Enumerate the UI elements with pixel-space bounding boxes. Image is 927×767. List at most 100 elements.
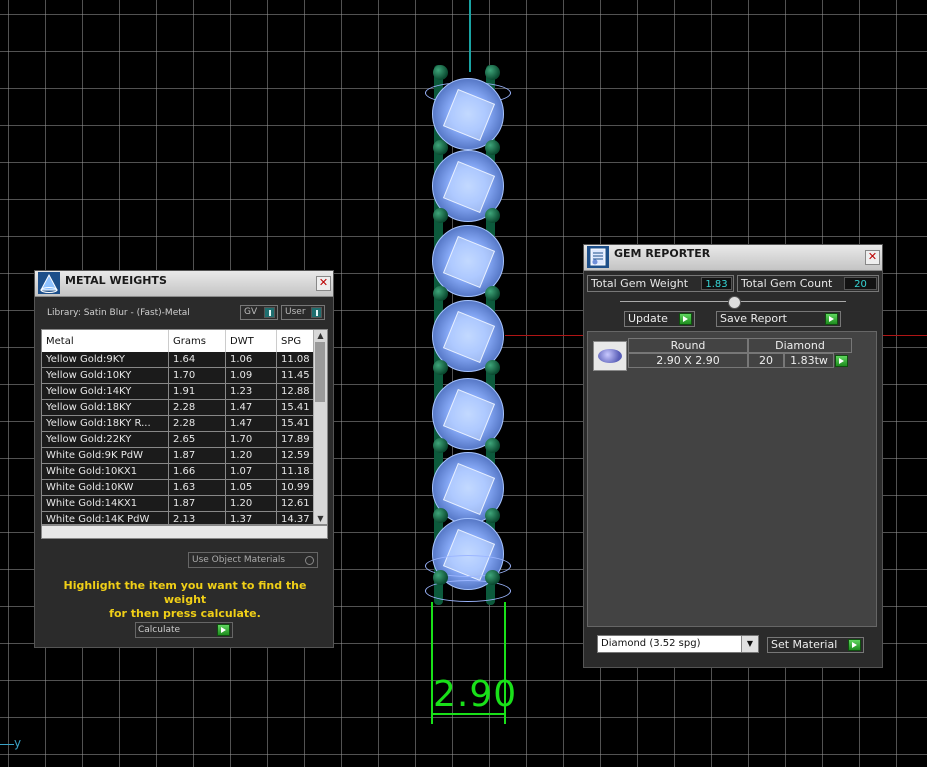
table-row[interactable]: White Gold:10KW 1.63 1.05 10.99 xyxy=(42,479,322,496)
save-report-button[interactable]: Save Report xyxy=(716,311,841,327)
gem-list[interactable] xyxy=(587,331,877,627)
update-button[interactable]: Update xyxy=(624,311,695,327)
play-arrow-icon[interactable] xyxy=(848,639,861,651)
prong-bead xyxy=(485,208,500,223)
prong-bead xyxy=(433,438,448,453)
prong-bead xyxy=(433,508,448,523)
material-select[interactable]: Diamond (3.52 spg) ▼ xyxy=(597,635,759,653)
column-header-dwt[interactable]: DWT xyxy=(225,330,277,352)
grams-cell: 2.28 xyxy=(168,415,226,432)
dwt-cell: 1.05 xyxy=(225,479,277,496)
play-arrow-icon[interactable] xyxy=(825,313,838,325)
prong-bead xyxy=(485,360,500,375)
prong-bead xyxy=(433,360,448,375)
grams-cell: 1.91 xyxy=(168,383,226,400)
metal-name-cell: Yellow Gold:14KY xyxy=(42,383,169,400)
table-row[interactable]: Yellow Gold:18KY R... 2.28 1.47 15.41 xyxy=(42,415,322,432)
cone-icon xyxy=(38,272,60,294)
scrollbar-thumb[interactable] xyxy=(315,342,325,402)
round-gem-icon xyxy=(593,341,627,371)
use-object-materials-label: Use Object Materials xyxy=(192,555,286,565)
dimension-value: 2.90 xyxy=(433,674,518,715)
axis-label: y xyxy=(14,736,22,750)
metal-weights-titlebar[interactable]: METAL WEIGHTS ✕ xyxy=(35,271,333,297)
column-header-grams[interactable]: Grams xyxy=(168,330,226,352)
total-gem-weight-label: Total Gem Weight xyxy=(591,277,689,290)
chevron-down-icon[interactable]: ▼ xyxy=(741,636,758,652)
metal-name-cell: White Gold:9K PdW xyxy=(42,447,169,464)
table-row[interactable]: White Gold:9K PdW 1.87 1.20 12.59 xyxy=(42,447,322,464)
metals-table[interactable]: Metal Grams DWT SPG Yellow Gold:9KY 1.64 1… xyxy=(41,329,328,525)
table-row[interactable]: Yellow Gold:22KY 2.65 1.70 17.89 xyxy=(42,431,322,448)
gem-material-cell: Diamond xyxy=(748,338,852,353)
grams-cell: 1.70 xyxy=(168,367,226,384)
play-arrow-icon[interactable] xyxy=(835,355,848,367)
eternity-band-model[interactable] xyxy=(425,60,513,620)
prong-bead xyxy=(485,508,500,523)
grams-cell: 2.65 xyxy=(168,431,226,448)
calculate-label: Calculate xyxy=(138,625,181,635)
gem-reporter-title: GEM REPORTER xyxy=(614,247,711,260)
close-icon[interactable]: ✕ xyxy=(316,276,331,291)
play-arrow-icon[interactable] xyxy=(679,313,692,325)
toggle-indicator-icon xyxy=(311,307,322,318)
table-horizontal-scrollbar[interactable] xyxy=(41,525,328,539)
metal-name-cell: Yellow Gold:10KY xyxy=(42,367,169,384)
table-row[interactable]: White Gold:14KX1 1.87 1.20 12.61 xyxy=(42,495,322,512)
metal-name-cell: Yellow Gold:9KY xyxy=(42,352,169,368)
gem-size-cell: 2.90 X 2.90 xyxy=(628,353,748,368)
grams-cell: 1.87 xyxy=(168,495,226,512)
dwt-cell: 1.06 xyxy=(225,352,277,368)
calculate-button[interactable]: Calculate xyxy=(135,622,233,638)
set-material-button[interactable]: Set Material xyxy=(767,637,864,653)
prong-bead xyxy=(433,570,448,585)
instruction-line-2: for then press calculate. xyxy=(109,607,261,620)
total-gem-weight-value: 1.83 xyxy=(701,277,732,290)
scroll-down-icon[interactable]: ▼ xyxy=(314,513,327,524)
gem-reporter-titlebar[interactable]: GEM REPORTER ✕ xyxy=(584,245,882,271)
user-label: User xyxy=(285,307,306,317)
prong-bead xyxy=(433,65,448,80)
table-row[interactable]: Yellow Gold:14KY 1.91 1.23 12.88 xyxy=(42,383,322,400)
grams-cell: 1.63 xyxy=(168,479,226,496)
library-label: Library: Satin Blur - (Fast)-Metal xyxy=(47,308,190,318)
radio-icon[interactable] xyxy=(305,556,314,565)
dwt-cell: 1.23 xyxy=(225,383,277,400)
material-select-value: Diamond (3.52 spg) xyxy=(601,638,701,649)
table-row[interactable]: Yellow Gold:18KY 2.28 1.47 15.41 xyxy=(42,399,322,416)
report-icon xyxy=(587,246,609,268)
total-gem-count-label: Total Gem Count xyxy=(741,277,833,290)
prong-bead xyxy=(433,286,448,301)
prong-bead xyxy=(485,570,500,585)
update-label: Update xyxy=(628,312,668,325)
metal-name-cell: White Gold:14KX1 xyxy=(42,495,169,512)
slider-knob-icon[interactable] xyxy=(728,296,741,309)
table-row[interactable]: White Gold:14K PdW 2.13 1.37 14.37 xyxy=(42,511,322,524)
grams-cell: 2.28 xyxy=(168,399,226,416)
prong-bead xyxy=(485,438,500,453)
scroll-up-icon[interactable]: ▲ xyxy=(314,330,327,341)
close-icon[interactable]: ✕ xyxy=(865,250,880,265)
table-row[interactable]: Yellow Gold:9KY 1.64 1.06 11.08 xyxy=(42,352,322,368)
column-header-metal[interactable]: Metal xyxy=(42,330,169,352)
instruction-line-1: Highlight the item you want to find the … xyxy=(63,579,307,606)
prong-bead xyxy=(433,208,448,223)
dwt-cell: 1.07 xyxy=(225,463,277,480)
metal-weights-title: METAL WEIGHTS xyxy=(65,274,167,287)
table-vertical-scrollbar[interactable]: ▲ ▼ xyxy=(313,330,327,524)
metal-name-cell: Yellow Gold:22KY xyxy=(42,431,169,448)
dwt-cell: 1.09 xyxy=(225,367,277,384)
use-object-materials-option[interactable]: Use Object Materials xyxy=(188,552,318,568)
gv-toggle[interactable]: GV xyxy=(240,305,278,320)
user-toggle[interactable]: User xyxy=(281,305,325,320)
save-report-label: Save Report xyxy=(720,312,787,325)
metal-name-cell: Yellow Gold:18KY xyxy=(42,399,169,416)
total-gem-weight-field: Total Gem Weight 1.83 xyxy=(587,275,734,292)
table-row[interactable]: Yellow Gold:10KY 1.70 1.09 11.45 xyxy=(42,367,322,384)
gv-label: GV xyxy=(244,307,258,317)
dwt-cell: 1.47 xyxy=(225,399,277,416)
dwt-cell: 1.70 xyxy=(225,431,277,448)
dwt-cell: 1.20 xyxy=(225,495,277,512)
table-row[interactable]: White Gold:10KX1 1.66 1.07 11.18 xyxy=(42,463,322,480)
play-arrow-icon[interactable] xyxy=(217,624,230,636)
